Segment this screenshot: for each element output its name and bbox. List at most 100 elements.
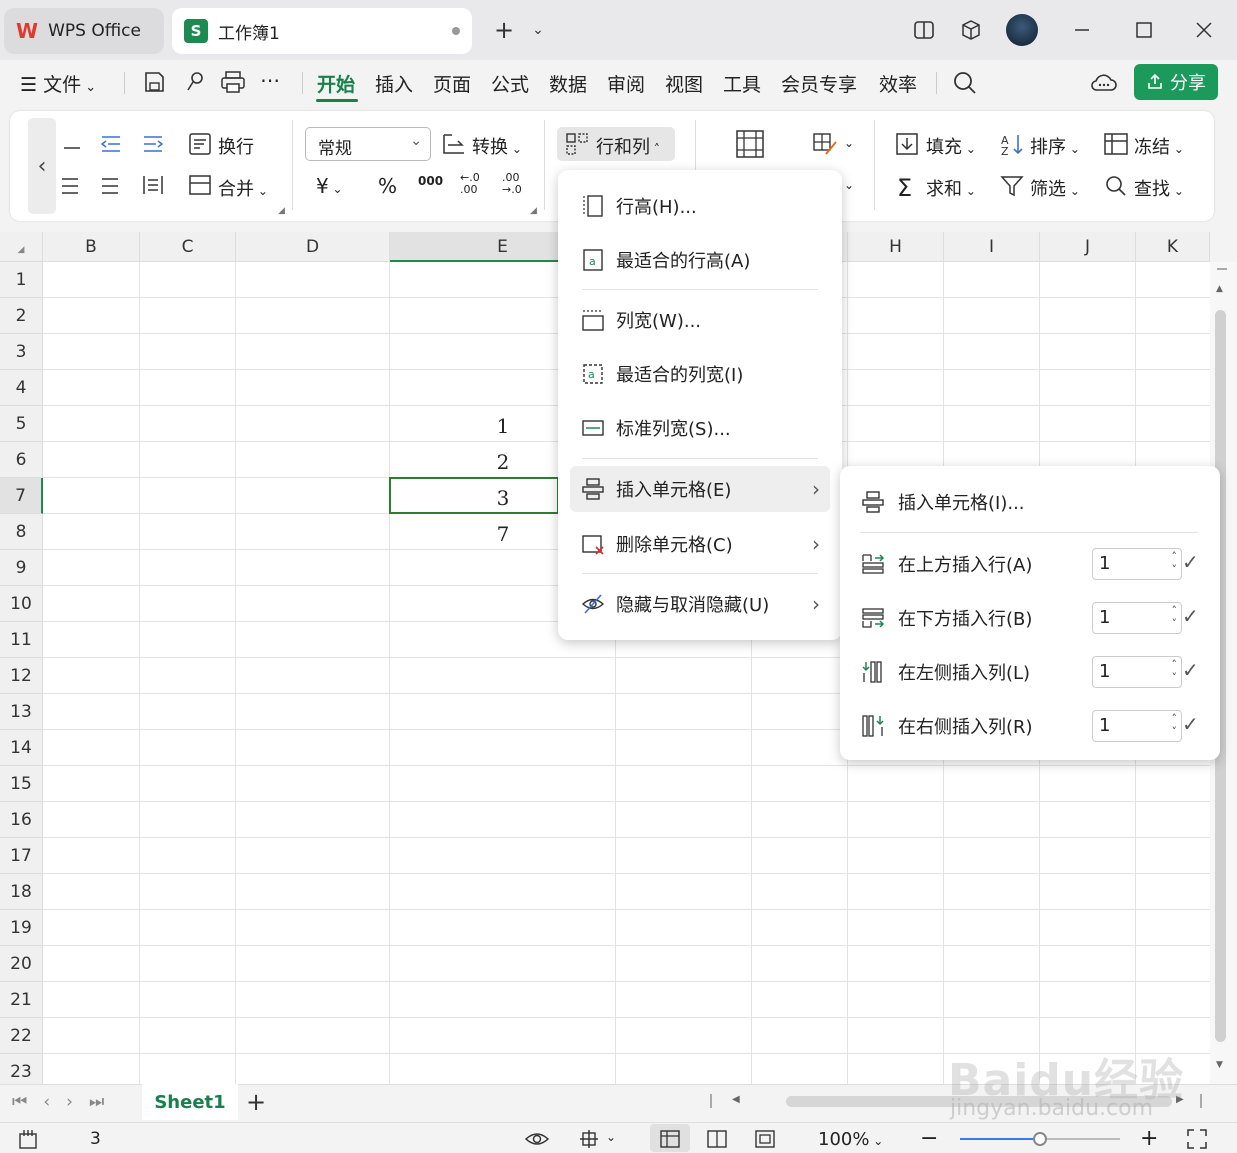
macro-icon[interactable] [18, 1128, 40, 1150]
worksheet-icon[interactable] [734, 128, 766, 160]
sheet-tab-sheet1[interactable]: Sheet1 [142, 1084, 238, 1120]
add-sheet-icon[interactable]: + [246, 1088, 266, 1116]
fill-button[interactable]: 填充 ⌄ [926, 133, 976, 159]
filter-button[interactable]: 筛选 ⌄ [1030, 175, 1080, 201]
insert-row-above-item[interactable]: 在上方插入行(A) [860, 544, 1032, 584]
prev-sheet-icon[interactable]: ‹ [43, 1092, 66, 1112]
hide-unhide-item[interactable]: 隐藏与取消隐藏(U) › [570, 582, 830, 626]
row-header-5[interactable]: 5 [0, 406, 43, 442]
currency-button[interactable]: ¥ ⌄ [316, 174, 343, 198]
decrease-decimal-button[interactable]: .00 →.0 [502, 172, 532, 196]
autofit-row-height-item[interactable]: a 最适合的行高(A) [570, 238, 830, 282]
column-width-item[interactable]: 列宽(W)... [570, 298, 830, 342]
insert-row-above-count[interactable]: 1 ˄ ˅ [1092, 548, 1182, 580]
menu-item-page[interactable]: 页面 [433, 70, 471, 96]
column-header-k[interactable]: K [1136, 232, 1210, 262]
maximize-icon[interactable] [1130, 16, 1158, 44]
minimize-icon[interactable] [1068, 16, 1096, 44]
confirm-check-icon[interactable]: ✓ [1182, 604, 1199, 628]
insert-column-right-item[interactable]: 在右侧插入列(R) [860, 706, 1033, 746]
tab-workbook[interactable]: S 工作簿1 [172, 8, 472, 54]
eye-protection-icon[interactable] [524, 1128, 550, 1150]
zoom-select[interactable]: 100% ⌄ [818, 1129, 883, 1150]
next-sheet-icon[interactable]: › [66, 1092, 89, 1112]
zoom-out-icon[interactable]: − [920, 1126, 938, 1151]
decrease-indent-icon[interactable] [100, 134, 122, 154]
scroll-left-icon[interactable]: ◀ [732, 1094, 740, 1105]
row-header-4[interactable]: 4 [0, 370, 43, 406]
fullscreen-icon[interactable] [1186, 1128, 1208, 1150]
row-height-item[interactable]: 行高(H)... [570, 184, 830, 228]
row-header-6[interactable]: 6 [0, 442, 43, 478]
row-header-19[interactable]: 19 [0, 910, 43, 946]
thousands-separator-button[interactable]: 000 [418, 174, 443, 188]
row-header-12[interactable]: 12 [0, 658, 43, 694]
row-header-7[interactable]: 7 [0, 478, 43, 514]
share-button[interactable]: 分享 [1134, 64, 1218, 100]
insert-cells-item[interactable]: 插入单元格(E) › [570, 466, 830, 512]
select-all-corner[interactable]: ◢ [0, 232, 43, 262]
confirm-check-icon[interactable]: ✓ [1182, 658, 1199, 682]
delete-cells-item[interactable]: 删除单元格(C) › [570, 522, 830, 566]
row-header-1[interactable]: 1 [0, 262, 43, 298]
merge-cells-icon[interactable] [188, 174, 212, 196]
row-header-2[interactable]: 2 [0, 298, 43, 334]
row-header-18[interactable]: 18 [0, 874, 43, 910]
cloud-icon[interactable] [1090, 70, 1118, 94]
column-header-i[interactable]: I [944, 232, 1040, 262]
file-menu[interactable]: ☰ 文件 ⌄ [20, 70, 96, 96]
menu-item-insert[interactable]: 插入 [375, 70, 413, 96]
find-button[interactable]: 查找 ⌄ [1134, 175, 1184, 201]
menu-item-tools[interactable]: 工具 [723, 70, 761, 96]
page-layout-icon[interactable] [706, 1129, 728, 1149]
row-header-22[interactable]: 22 [0, 1018, 43, 1054]
column-header-c[interactable]: C [140, 232, 236, 262]
merge-button[interactable]: 合并 ⌄ [218, 175, 268, 201]
insert-cells-dialog-item[interactable]: 插入单元格(I)... [860, 482, 1025, 522]
page-break-icon[interactable] [754, 1129, 776, 1149]
confirm-check-icon[interactable]: ✓ [1182, 550, 1199, 574]
distributed-align-icon[interactable] [142, 174, 164, 196]
row-header-16[interactable]: 16 [0, 802, 43, 838]
insert-row-below-item[interactable]: 在下方插入行(B) [860, 598, 1032, 638]
print-icon[interactable] [220, 70, 246, 94]
tab-wps-office[interactable]: W WPS Office [4, 8, 164, 54]
avatar[interactable] [1006, 14, 1038, 46]
chevron-down-icon[interactable]: ⌄ [844, 136, 854, 150]
menu-item-formula[interactable]: 公式 [491, 70, 529, 96]
zoom-slider-knob[interactable] [1033, 1132, 1047, 1146]
column-header-h[interactable]: H [848, 232, 944, 262]
chevron-down-icon[interactable]: ⌄ [606, 1130, 616, 1144]
column-header-b[interactable]: B [43, 232, 140, 262]
dialog-launcher-icon[interactable]: ◢ [278, 206, 285, 216]
sort-button[interactable]: 排序 ⌄ [1030, 133, 1080, 159]
scroll-down-icon[interactable]: ▼ [1216, 1060, 1223, 1070]
stepper-arrows-icon[interactable]: ˄ ˅ [1172, 550, 1178, 576]
search-icon[interactable] [952, 70, 978, 96]
save-icon[interactable] [142, 70, 166, 94]
last-sheet-icon[interactable]: ⏭ [89, 1092, 120, 1112]
stepper-arrows-icon[interactable]: ˄ ˅ [1172, 712, 1178, 738]
number-format-select[interactable]: 常规 ⌄ [305, 127, 431, 161]
percent-button[interactable]: % [378, 174, 397, 198]
standard-column-width-item[interactable]: 标准列宽(S)... [570, 406, 830, 450]
confirm-check-icon[interactable]: ✓ [1182, 712, 1199, 736]
column-header-d[interactable]: D [236, 232, 390, 262]
cell-style-icon[interactable] [812, 132, 838, 156]
align-left-lines-icon[interactable] [60, 176, 80, 196]
scroll-up-icon[interactable]: ▲ [1216, 284, 1223, 294]
row-header-14[interactable]: 14 [0, 730, 43, 766]
autofit-column-width-item[interactable]: a 最适合的列宽(I) [570, 352, 830, 396]
zoom-in-icon[interactable]: + [1140, 1126, 1158, 1151]
chevron-down-icon[interactable]: ⌄ [844, 178, 854, 192]
row-header-9[interactable]: 9 [0, 550, 43, 586]
align-top-icon[interactable] [62, 134, 82, 154]
sheet-navigation[interactable]: ⏮‹›⏭ [12, 1092, 120, 1112]
stepper-arrows-icon[interactable]: ˄ ˅ [1172, 658, 1178, 684]
wrap-text-icon[interactable] [188, 132, 212, 156]
row-header-17[interactable]: 17 [0, 838, 43, 874]
insert-row-below-count[interactable]: 1 ˄ ˅ [1092, 602, 1182, 634]
row-header-10[interactable]: 10 [0, 586, 43, 622]
menu-item-efficiency[interactable]: 效率 [879, 70, 917, 96]
plus-icon[interactable]: + [490, 16, 518, 44]
